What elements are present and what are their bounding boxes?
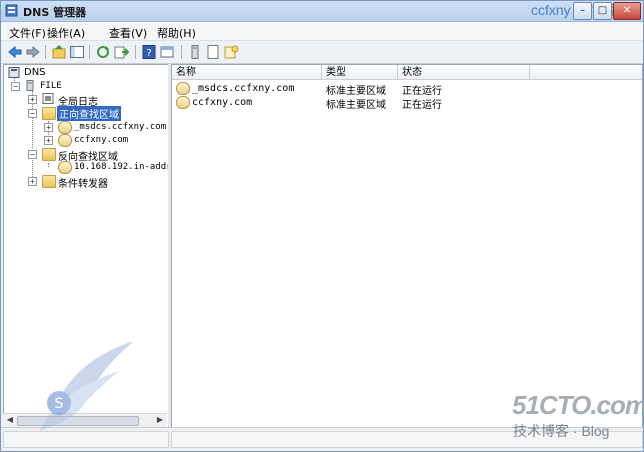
menu-action[interactable]: 操作(A) [47, 25, 85, 41]
tree-node-dns[interactable]: DNS [24, 67, 46, 78]
minimize-button[interactable]: – [573, 2, 592, 20]
menu-file[interactable]: 文件(F) [9, 25, 46, 41]
zone-icon [58, 134, 72, 147]
server-node-icon [26, 80, 34, 91]
folder-icon [42, 107, 56, 120]
folder-icon [42, 175, 56, 188]
up-icon[interactable] [51, 44, 67, 60]
expand-reverse-zones-toggle[interactable]: − [28, 150, 37, 159]
folder-icon [42, 148, 56, 161]
expand-msdcs-toggle[interactable]: + [44, 123, 53, 132]
zone-icon [58, 121, 72, 134]
watermark-51cto: 51CTO.com [512, 390, 644, 420]
menu-help[interactable]: 帮助(H) [157, 25, 196, 41]
event-log-icon [42, 93, 54, 104]
details-list[interactable]: 名称 类型 状态 _msdcs.ccfxny.com 标准主要区域 正在运行 c… [171, 64, 644, 428]
expand-global-logs-toggle[interactable]: + [28, 95, 37, 104]
watermark-blog: 技术博客 · Blog [513, 423, 610, 439]
tree-node-ccfxny[interactable]: ccfxny.com [74, 135, 128, 145]
expand-server-toggle[interactable]: − [11, 82, 20, 91]
expand-forward-zones-toggle[interactable]: − [28, 109, 37, 118]
window-title: DNS 管理器 [23, 6, 87, 19]
row-type: 标准主要区域 [326, 100, 386, 111]
row-status: 正在运行 [402, 86, 442, 97]
zone-icon [176, 82, 190, 95]
menu-view[interactable]: 查看(V) [109, 25, 147, 41]
tree-node-reverse-zone[interactable]: 10.168.192.in-addr. [74, 162, 177, 172]
maximize-button[interactable]: □ [593, 2, 612, 20]
refresh-icon[interactable] [95, 44, 111, 60]
export-icon[interactable] [113, 44, 129, 60]
column-header-filler [530, 65, 642, 80]
help-icon[interactable]: ? [141, 44, 157, 60]
row-status: 正在运行 [402, 100, 442, 111]
back-icon[interactable] [7, 44, 23, 60]
scroll-left-arrow-icon[interactable]: ◀ [5, 415, 15, 425]
menu-bar: 文件(F) 操作(A) 查看(V) 帮助(H) [1, 22, 643, 41]
row-name[interactable]: ccfxny.com [192, 97, 252, 108]
scroll-right-arrow-icon[interactable]: ▶ [155, 415, 165, 425]
close-button[interactable]: ✕ [613, 2, 641, 20]
watermark-logo-icon: S [39, 341, 134, 431]
tree-node-forward-zones[interactable]: 正向查找区域 [57, 106, 121, 121]
toolbar: ? [1, 41, 643, 64]
expand-ccfxny-toggle[interactable]: + [44, 136, 53, 145]
row-type: 标准主要区域 [326, 86, 386, 97]
zone-icon [176, 96, 190, 109]
show-hide-tree-icon[interactable] [69, 44, 85, 60]
forward-icon[interactable] [25, 44, 41, 60]
svg-text:?: ? [146, 48, 151, 59]
new-zone-icon[interactable] [205, 44, 221, 60]
tree-node-msdcs[interactable]: _msdcs.ccfxny.com [74, 122, 166, 132]
zone-icon [58, 161, 72, 174]
column-header-name[interactable]: 名称 [172, 65, 322, 80]
row-name[interactable]: _msdcs.ccfxny.com [192, 83, 294, 94]
dns-root-icon [8, 67, 20, 78]
title-bar[interactable]: DNS 管理器 ccfxny 的博客 – □ ✕ [1, 1, 643, 22]
column-header-status[interactable]: 状态 [398, 65, 530, 80]
column-header-type[interactable]: 类型 [322, 65, 398, 80]
server-icon[interactable] [187, 44, 203, 60]
tree-node-server[interactable]: FILE [40, 81, 62, 91]
expand-conditional-forwarders-toggle[interactable]: + [28, 177, 37, 186]
dns-app-icon [5, 4, 18, 17]
tree-node-conditional-forwarders[interactable]: 条件转发器 [58, 175, 108, 190]
new-record-icon[interactable] [223, 44, 239, 60]
svg-text:S: S [55, 396, 64, 412]
properties-icon[interactable] [159, 44, 175, 60]
dns-manager-window: DNS 管理器 ccfxny 的博客 – □ ✕ 文件(F) 操作(A) 查看(… [0, 0, 644, 452]
